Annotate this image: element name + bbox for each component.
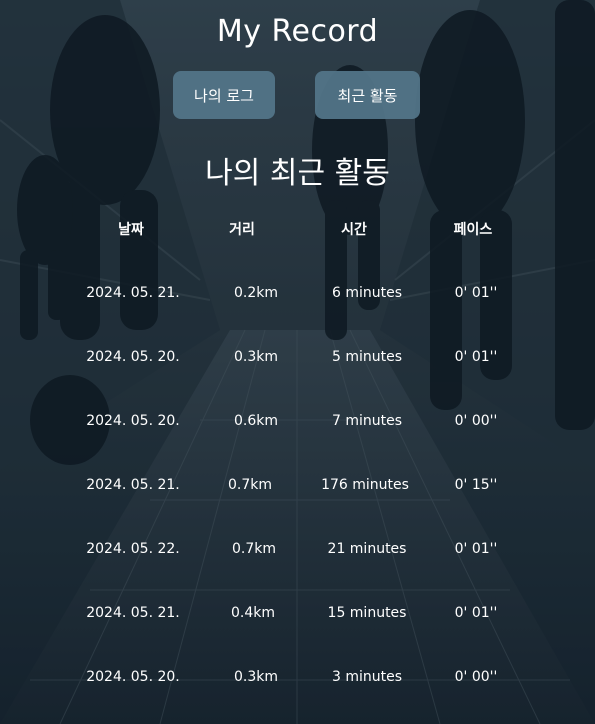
main-content: My Record 나의 로그 최근 활동 나의 최근 활동 날짜 거리 시간 … <box>0 0 595 724</box>
row-pace: 0' 01'' <box>454 541 498 557</box>
column-header-time: 시간 <box>341 222 367 238</box>
section-title: 나의 최근 활동 <box>205 156 390 191</box>
recent-activity-button[interactable]: 최근 활동 <box>315 71 420 119</box>
column-header-pace: 페이스 <box>453 222 493 238</box>
row-pace: 0' 15'' <box>454 477 498 493</box>
row-date: 2024. 05. 20. <box>86 413 180 429</box>
page-title: My Record <box>216 14 379 49</box>
row-date: 2024. 05. 21. <box>86 285 180 301</box>
row-date: 2024. 05. 22. <box>86 541 180 557</box>
row-date: 2024. 05. 20. <box>86 669 180 685</box>
row-pace: 0' 00'' <box>454 413 498 429</box>
row-date: 2024. 05. 21. <box>86 605 180 621</box>
row-pace: 0' 01'' <box>454 605 498 621</box>
row-date: 2024. 05. 20. <box>86 349 180 365</box>
column-header-distance: 거리 <box>229 222 255 238</box>
column-header-date: 날짜 <box>118 222 144 238</box>
row-pace: 0' 00'' <box>454 669 498 685</box>
row-pace: 0' 01'' <box>454 285 498 301</box>
row-pace: 0' 01'' <box>454 349 498 365</box>
my-log-button[interactable]: 나의 로그 <box>173 71 275 119</box>
page: My Record 나의 로그 최근 활동 나의 최근 활동 날짜 거리 시간 … <box>0 0 595 724</box>
